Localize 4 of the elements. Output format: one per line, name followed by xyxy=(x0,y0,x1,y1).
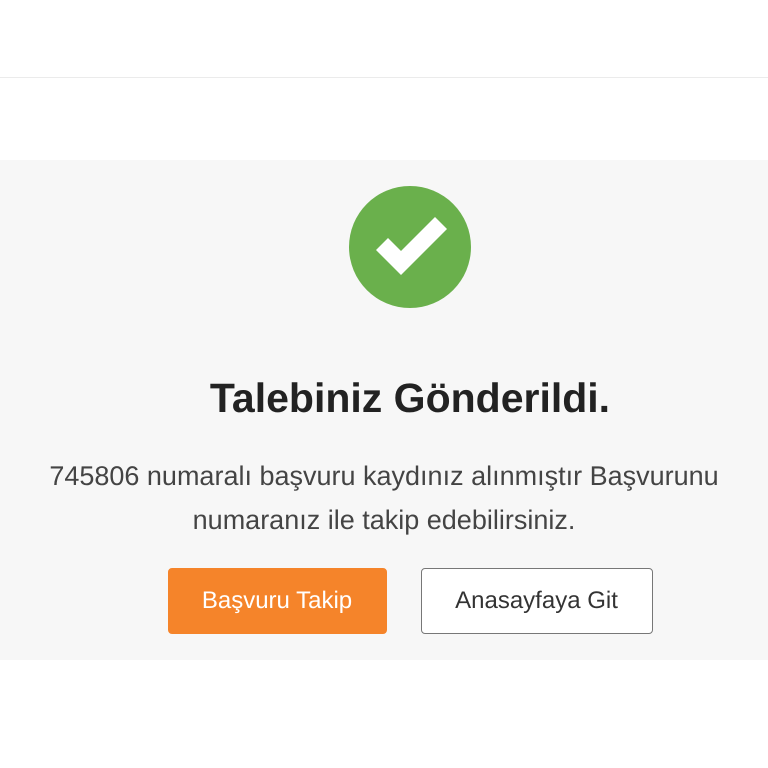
confirmation-title: Talebiniz Gönderildi. xyxy=(210,374,610,423)
success-check-icon xyxy=(349,186,471,308)
confirmation-message: 745806 numaralı başvuru kaydınız alınmıştır Başvurunu numaranız ile takip edebilirsiniz. xyxy=(48,460,720,537)
homepage-button[interactable]: Anasayfaya Git xyxy=(420,568,652,634)
